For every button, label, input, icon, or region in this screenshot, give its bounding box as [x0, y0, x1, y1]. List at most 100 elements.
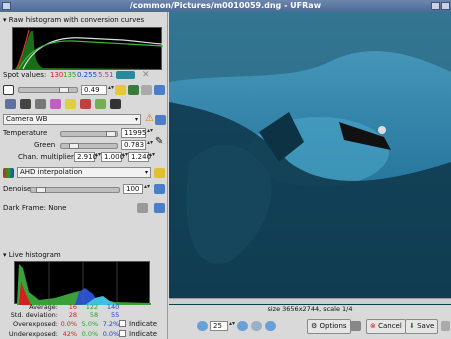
stddev-r: 28: [68, 311, 78, 319]
save-icon: ⬇: [409, 322, 418, 330]
save-button[interactable]: ⬇ Save: [405, 319, 439, 334]
cancel-button[interactable]: ⊗ Cancel: [366, 319, 406, 334]
window-title-bar: /common/Pictures/m0010059.dng - UFRaw: [0, 0, 451, 12]
indicate-overexposed-checkbox[interactable]: [119, 320, 126, 327]
reset-denoise-icon[interactable]: [154, 184, 165, 194]
zoom-in-icon[interactable]: [237, 321, 248, 331]
spot-value-v: 0.255: [77, 71, 98, 79]
exposure-slider[interactable]: [18, 87, 78, 93]
eyedropper-icon[interactable]: ✎: [155, 136, 163, 147]
average-b: 140: [106, 303, 120, 311]
tab-exif-icon[interactable]: [110, 99, 121, 109]
open-darkframe-icon[interactable]: [137, 203, 148, 213]
spot-values-row: Spot values: 130 135 0.255 5.51 ✕: [0, 70, 168, 82]
temperature-slider-knob[interactable]: [106, 131, 116, 137]
zoom-out-icon[interactable]: [197, 321, 208, 331]
temperature-label: Temperature: [3, 129, 48, 137]
options-button[interactable]: ⚙ Options: [307, 319, 351, 334]
window-title: /common/Pictures/m0010059.dng - UFRaw: [129, 1, 322, 10]
live-histogram-expander[interactable]: ▾ Live histogram: [3, 251, 61, 259]
tab-lens-icon[interactable]: [80, 99, 91, 109]
zoom-spin[interactable]: ▴▾: [229, 321, 235, 331]
reset-exposure-icon[interactable]: [154, 85, 165, 95]
spot-value-r: 130: [50, 71, 64, 79]
tab-color-management-icon[interactable]: [50, 99, 61, 109]
multiplier-r-field[interactable]: 2.910: [74, 152, 97, 162]
clip-highlights-icon[interactable]: [141, 85, 152, 95]
minimize-button[interactable]: [431, 2, 440, 10]
exposure-slider-knob[interactable]: [59, 87, 69, 93]
interpolation-icon: [3, 168, 14, 178]
restore-lightness-icon[interactable]: [128, 85, 139, 95]
green-field[interactable]: 0.783: [121, 140, 146, 150]
reset-darkframe-icon[interactable]: [154, 203, 165, 213]
close-button[interactable]: [441, 2, 450, 10]
interpolation-select[interactable]: AHD interpolation ▾: [17, 167, 151, 178]
denoise-spin[interactable]: ▴▾: [144, 184, 150, 194]
stddev-g: 58: [89, 311, 99, 319]
send-to-gimp-icon[interactable]: [441, 321, 450, 331]
tab-transform-icon[interactable]: [95, 99, 106, 109]
close-icon[interactable]: ✕: [142, 70, 150, 80]
temperature-field[interactable]: 11995: [121, 128, 146, 138]
multiplier-g-field[interactable]: 1.000: [101, 152, 124, 162]
green-slider[interactable]: [60, 143, 118, 149]
tab-base-curve-icon[interactable]: [35, 99, 46, 109]
denoise-slider[interactable]: [30, 187, 120, 193]
live-histogram-header: Live histogram: [8, 251, 61, 259]
green-slider-knob[interactable]: [69, 143, 79, 149]
live-histogram: [14, 261, 151, 305]
smoothing-icon[interactable]: [154, 168, 165, 178]
stats-overexposed-row: Overexposed: 0.0% 5.0% 7.2%: [0, 320, 119, 328]
spot-value-lum: 5.51: [98, 71, 114, 79]
tab-whitebalance-icon[interactable]: [5, 99, 16, 109]
cancel-icon: ⊗: [370, 322, 379, 330]
tab-grayscale-icon[interactable]: [20, 99, 31, 109]
zoom-100-icon[interactable]: [265, 321, 276, 331]
multiplier-b-field[interactable]: 1.240: [128, 152, 151, 162]
overexposed-label: Overexposed:: [12, 320, 58, 328]
multiplier-r-spin[interactable]: ▴▾: [95, 152, 101, 162]
temperature-spin[interactable]: ▴▾: [147, 128, 153, 138]
raw-histogram: [12, 27, 164, 70]
horizontal-scrollbar[interactable]: [169, 298, 451, 304]
underexposed-b: 0.0%: [102, 330, 120, 338]
raw-histogram-expander[interactable]: ▾ Raw histogram with conversion curves: [3, 16, 144, 24]
indicate-underexposed-label: Indicate: [129, 330, 158, 338]
reset-whitebalance-icon[interactable]: [155, 115, 166, 125]
exposure-spin[interactable]: ▴▾: [108, 85, 114, 95]
chevron-down-icon: ▾: [144, 169, 148, 176]
options-label: Options: [319, 322, 347, 330]
indicate-underexposed-checkbox[interactable]: [119, 330, 126, 337]
temperature-slider[interactable]: [60, 131, 118, 137]
tab-corrections-icon[interactable]: [65, 99, 76, 109]
delete-icon[interactable]: [350, 321, 361, 331]
green-spin[interactable]: ▴▾: [147, 140, 153, 150]
save-label: Save: [417, 322, 435, 330]
denoise-field[interactable]: 100: [123, 184, 143, 194]
multiplier-g-spin[interactable]: ▴▾: [122, 152, 128, 162]
stddev-label: Std. deviation:: [10, 311, 58, 319]
auto-exposure-icon[interactable]: [115, 85, 126, 95]
chevron-down-icon: ▾: [134, 116, 138, 123]
bottom-toolbar: 25 ▴▾ ⚙ Options ⊗ Cancel ⬇ Save: [169, 316, 451, 339]
white-balance-select[interactable]: Camera WB ▾: [3, 114, 141, 125]
tool-tabs: [0, 98, 168, 110]
zoom-field[interactable]: 25: [210, 321, 228, 331]
overexposed-r: 0.0%: [60, 320, 78, 328]
overexposed-b: 7.2%: [102, 320, 120, 328]
image-preview[interactable]: [169, 12, 451, 305]
multiplier-b-spin[interactable]: ▴▾: [149, 152, 155, 162]
image-size-status: size 3656x2744, scale 1/4: [267, 305, 353, 313]
spot-color-swatch: [116, 71, 135, 79]
cancel-label: Cancel: [378, 322, 402, 330]
chan-multipliers-label: Chan. multipliers: [18, 153, 78, 161]
exposure-field[interactable]: 0.49: [81, 85, 107, 95]
control-panel: ▾ Raw histogram with conversion curves S…: [0, 12, 168, 339]
white-balance-value: Camera WB: [6, 115, 48, 123]
underexposed-r: 42%: [62, 330, 78, 338]
options-icon: ⚙: [311, 322, 320, 330]
average-r: 16: [68, 303, 78, 311]
denoise-slider-knob[interactable]: [36, 187, 46, 193]
zoom-fit-icon[interactable]: [251, 321, 262, 331]
